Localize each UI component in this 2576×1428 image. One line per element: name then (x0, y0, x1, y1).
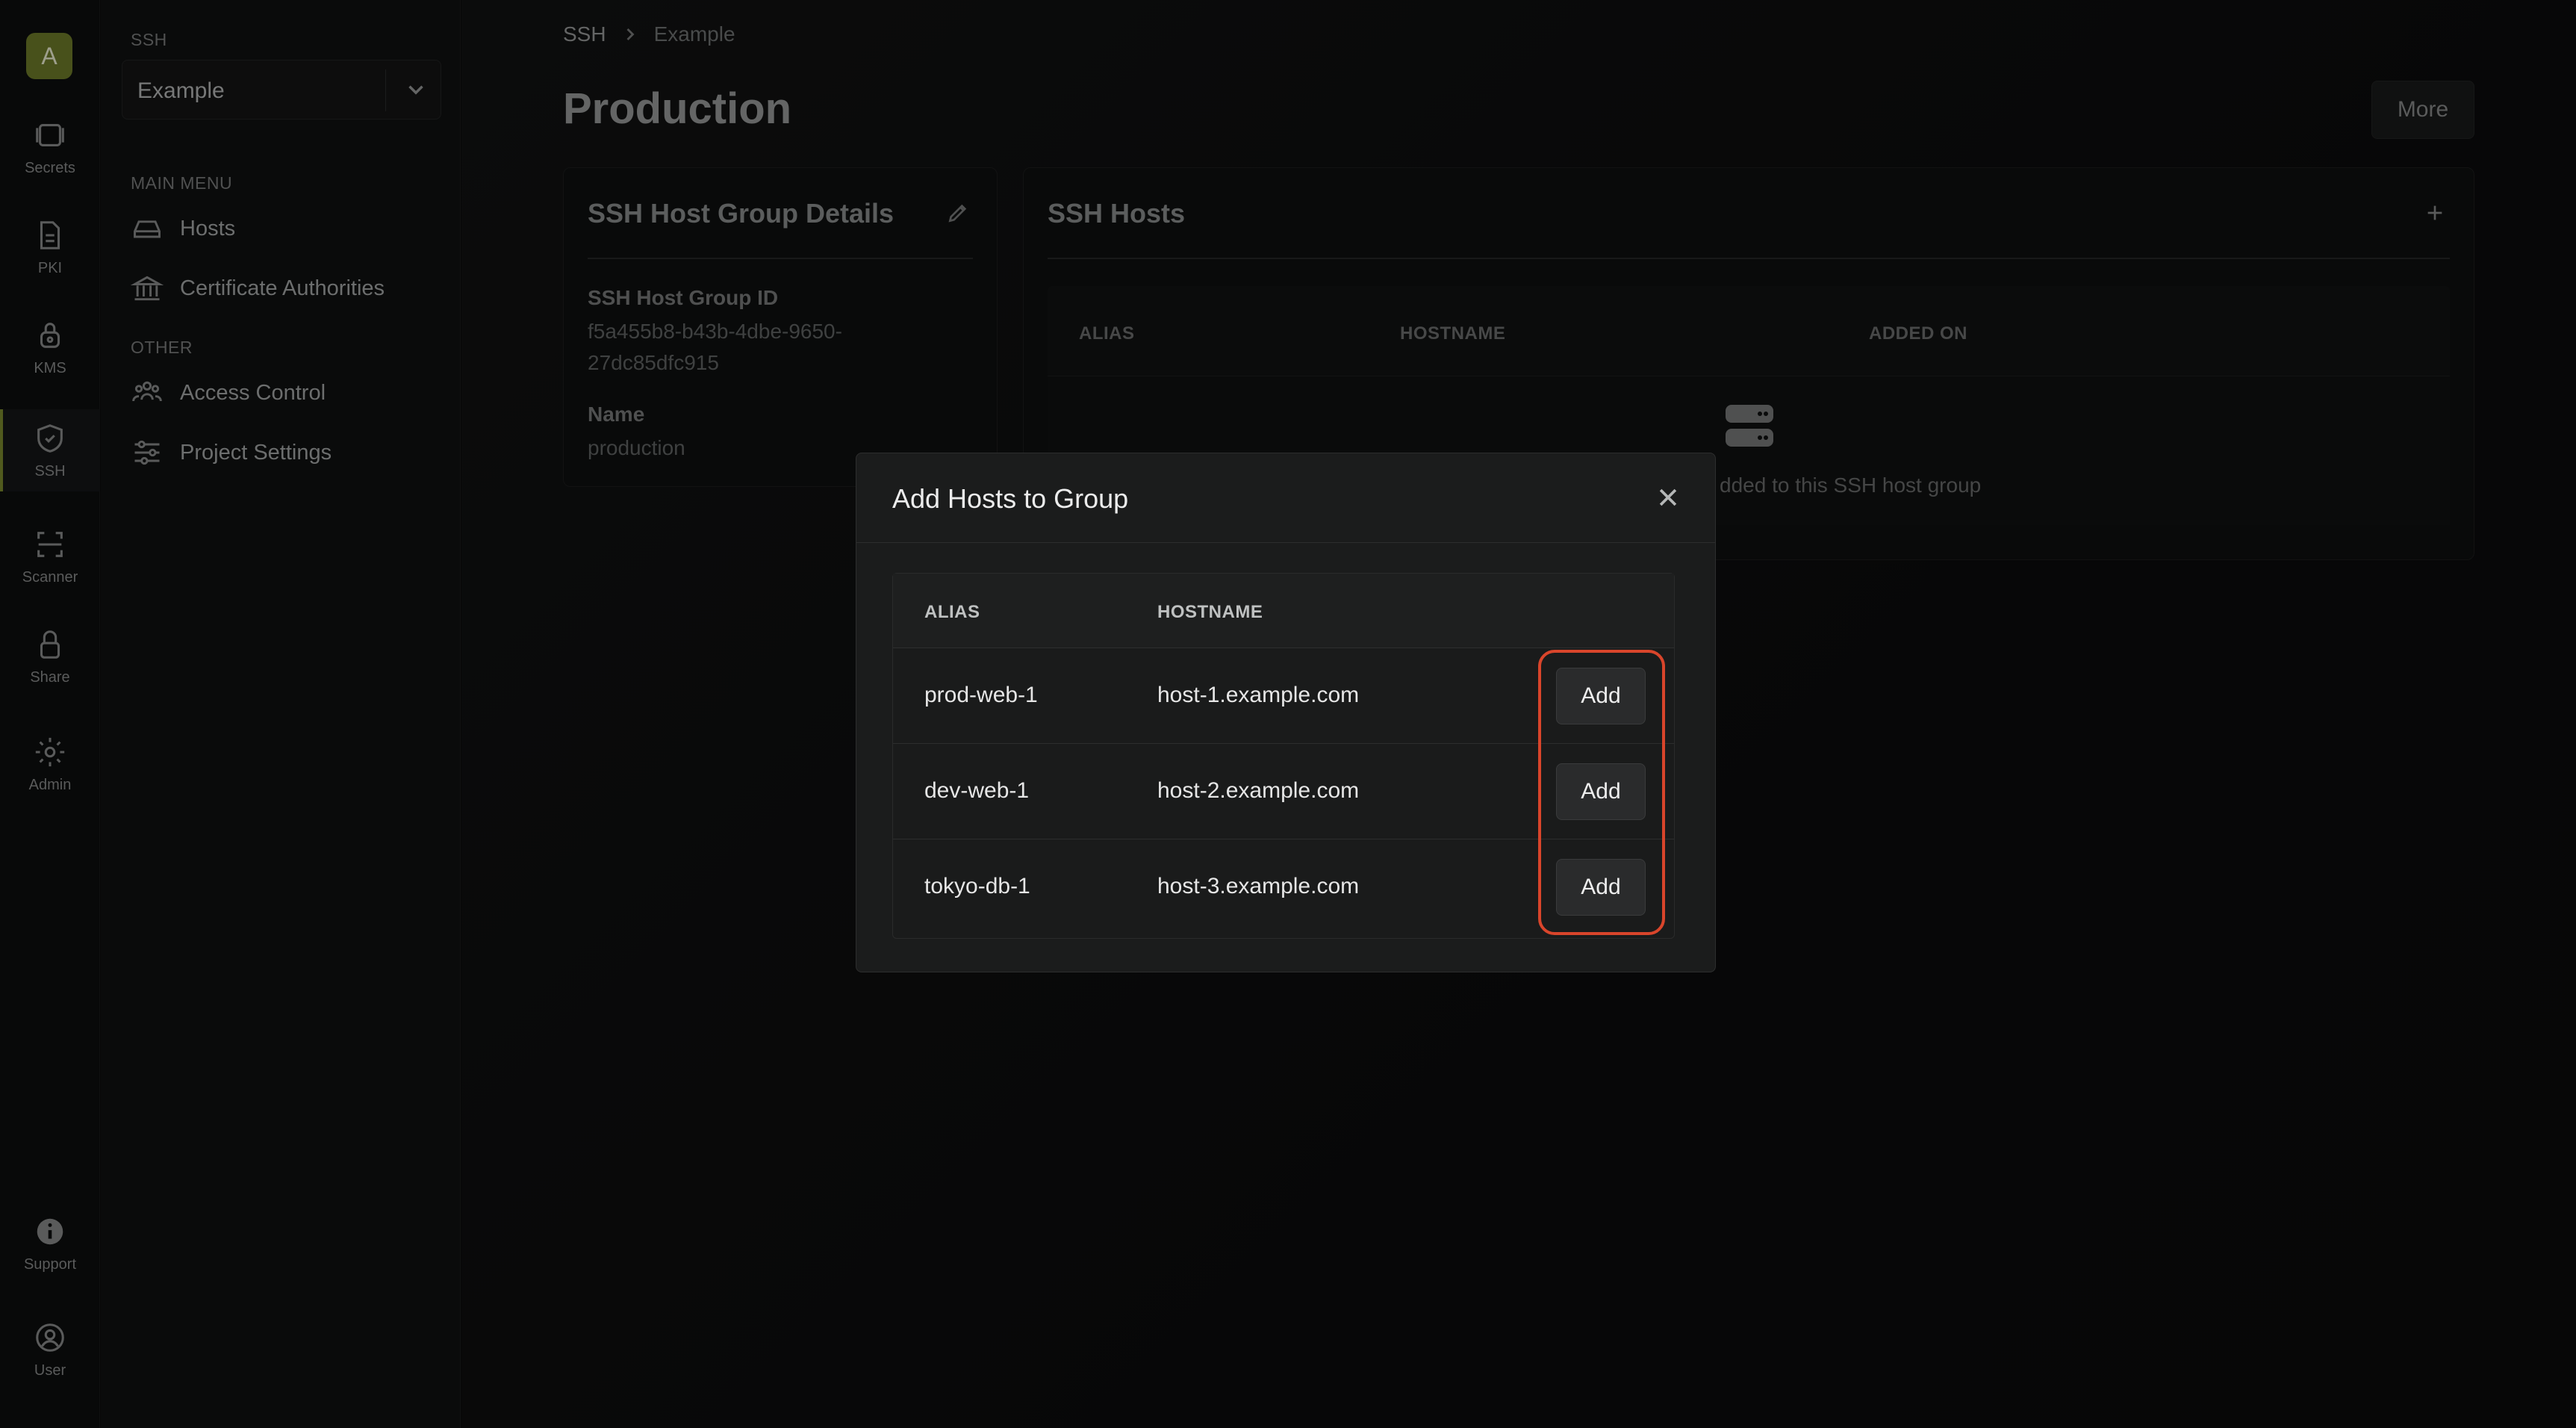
modal-header: Add Hosts to Group (856, 453, 1715, 543)
row-hostname: host-2.example.com (1157, 778, 1360, 803)
column-hostname: HOSTNAME (1157, 602, 1263, 622)
hosts-table: ALIAS HOSTNAME prod-web-1 host-1.example… (892, 573, 1675, 939)
table-row: prod-web-1 host-1.example.com Add (893, 648, 1674, 744)
row-alias: prod-web-1 (924, 683, 1038, 707)
add-host-button[interactable]: Add (1556, 763, 1646, 820)
row-hostname: host-3.example.com (1157, 874, 1360, 898)
table-row: dev-web-1 host-2.example.com Add (893, 744, 1674, 839)
add-host-button[interactable]: Add (1556, 668, 1646, 724)
row-alias: dev-web-1 (924, 778, 1030, 803)
table-header: ALIAS HOSTNAME (893, 574, 1674, 648)
column-alias: ALIAS (924, 602, 980, 622)
table-row: tokyo-db-1 host-3.example.com Add (893, 839, 1674, 935)
close-icon[interactable] (1655, 485, 1681, 510)
add-host-button[interactable]: Add (1556, 859, 1646, 916)
modal-title: Add Hosts to Group (892, 483, 1129, 514)
row-hostname: host-1.example.com (1157, 683, 1360, 707)
row-alias: tokyo-db-1 (924, 874, 1030, 898)
add-hosts-modal: Add Hosts to Group ALIAS HOSTNAME prod-w… (856, 453, 1716, 972)
